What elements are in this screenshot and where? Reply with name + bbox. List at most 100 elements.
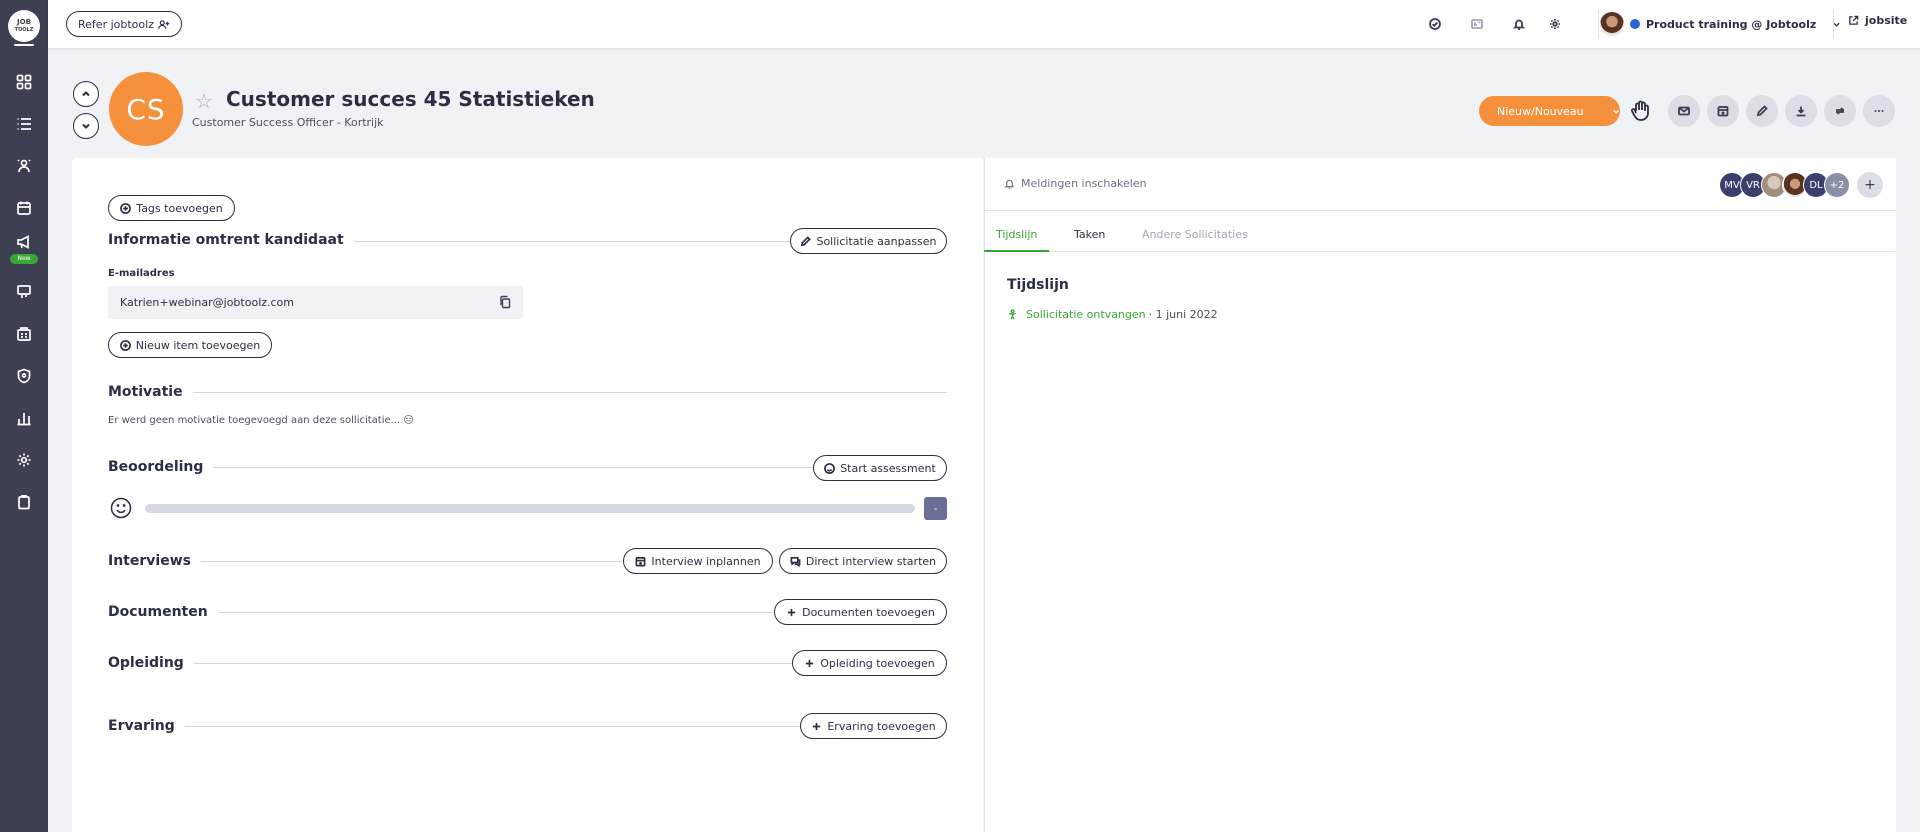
bell-icon[interactable] <box>1510 15 1528 33</box>
copy-icon[interactable] <box>498 295 512 309</box>
candidate-subtitle: Customer Success Officer - Kortrijk <box>192 116 384 129</box>
candidate-avatar: CS <box>109 72 183 146</box>
timeline-title: Tijdslijn <box>1007 277 1069 293</box>
jobsite-link[interactable]: jobsite <box>1848 14 1907 27</box>
person-icon <box>1009 309 1016 320</box>
bell-icon <box>1004 179 1015 189</box>
list-icon[interactable] <box>14 114 34 134</box>
dashboard-icon[interactable] <box>14 72 34 92</box>
timeline-event: Sollicitatie ontvangen <box>1026 308 1146 321</box>
plus-icon <box>806 659 814 667</box>
add-tags-button[interactable]: Tags toevoegen <box>108 195 235 221</box>
plus-circle-icon <box>120 202 132 214</box>
workspace-name: Product training @ Jobtoolz <box>1646 17 1817 31</box>
active-tab-indicator <box>984 250 1049 252</box>
gear-icon[interactable] <box>1546 15 1564 33</box>
divider <box>1598 10 1599 38</box>
hand-icon[interactable] <box>1629 99 1653 123</box>
check-circle-icon[interactable] <box>1426 15 1444 33</box>
edit-application-button[interactable]: Sollicitatie aanpassen <box>790 228 947 254</box>
divider <box>1833 10 1834 38</box>
info-section-title: Informatie omtrent kandidaat <box>108 232 354 248</box>
edit-application-label: Sollicitatie aanpassen <box>816 234 937 248</box>
section-divider <box>195 467 813 468</box>
mail-icon <box>1678 106 1690 116</box>
plus-icon <box>787 608 796 616</box>
timeline-date: · 1 juni 2022 <box>1148 308 1218 321</box>
plus-icon <box>813 722 821 730</box>
tab-other-applications[interactable]: Andere Sollicitaties <box>1142 228 1248 241</box>
direct-interview-button[interactable]: Direct interview starten <box>779 548 947 574</box>
motivation-text: Er werd geen motivatie toegevoegd aan de… <box>108 415 414 426</box>
smiley-icon <box>824 462 836 474</box>
add-item-button[interactable]: Nieuw item toevoegen <box>108 332 272 358</box>
rating-section-title: Beoordeling <box>108 459 214 475</box>
calendar-icon[interactable] <box>14 198 34 218</box>
email-field[interactable]: Katrien+webinar@jobtoolz.com <box>108 286 523 319</box>
download-button[interactable] <box>1785 95 1817 127</box>
jobs-icon[interactable] <box>14 282 34 302</box>
new-badge: New <box>10 254 38 264</box>
next-candidate-button[interactable] <box>73 113 99 139</box>
add-documents-button[interactable]: Documenten toevoegen <box>774 599 947 625</box>
section-divider <box>182 663 792 664</box>
logo-text-top: JOB <box>17 18 31 26</box>
id-card-icon[interactable] <box>1468 15 1486 33</box>
logo-underline <box>14 44 34 46</box>
logo-text-bottom: TOOLZ <box>14 27 34 33</box>
activity-panel <box>984 158 1896 832</box>
candidates-icon[interactable] <box>14 156 34 176</box>
settings-icon[interactable] <box>14 450 34 470</box>
clipboard-icon[interactable] <box>14 492 34 512</box>
jobtoolz-logo[interactable]: JOB TOOLZ <box>8 10 40 42</box>
interviews-section-title: Interviews <box>108 553 201 569</box>
statistics-icon[interactable] <box>14 408 34 428</box>
timeline-item: Sollicitatie ontvangen · 1 juni 2022 <box>1007 308 1218 321</box>
calendar-add-icon <box>635 556 646 566</box>
new-status-dropdown[interactable]: Nieuw/Nouveau <box>1479 96 1620 126</box>
divider <box>984 251 1896 252</box>
company-icon[interactable] <box>14 324 34 344</box>
start-assessment-button[interactable]: Start assessment <box>813 455 947 481</box>
edit-button[interactable] <box>1746 95 1778 127</box>
plus-circle-icon <box>119 339 131 351</box>
favorite-star-icon[interactable]: ☆ <box>195 89 213 113</box>
section-divider <box>172 726 800 727</box>
email-label: E-mailadres <box>108 268 175 279</box>
email-button[interactable] <box>1668 95 1700 127</box>
chat-icon <box>790 556 801 567</box>
chevron-down-icon <box>1612 109 1619 114</box>
tab-timeline[interactable]: Tijdslijn <box>996 228 1037 241</box>
plan-interview-label: Interview inplannen <box>651 554 761 568</box>
transfer-button[interactable] <box>1824 95 1856 127</box>
megaphone-icon[interactable] <box>14 232 34 252</box>
add-experience-button[interactable]: Ervaring toevoegen <box>800 713 947 739</box>
jobsite-label: jobsite <box>1865 14 1908 27</box>
add-item-label: Nieuw item toevoegen <box>135 338 261 352</box>
tab-tasks[interactable]: Taken <box>1074 228 1105 241</box>
top-bar: Refer jobtoolz Product training @ Jobtoo… <box>48 0 1920 48</box>
refer-jobtoolz-button[interactable]: Refer jobtoolz <box>66 11 182 37</box>
chevron-up-icon <box>82 91 90 97</box>
section-divider <box>320 241 790 242</box>
rating-score[interactable]: - <box>924 497 947 520</box>
enable-notifications-button[interactable]: Meldingen inschakelen <box>1004 177 1147 190</box>
experience-section-title: Ervaring <box>108 718 185 734</box>
add-team-member-button[interactable]: + <box>1857 172 1883 198</box>
pencil-icon <box>1756 105 1768 117</box>
workspace-switcher[interactable]: Product training @ Jobtoolz <box>1600 10 1841 38</box>
plan-interview-button[interactable]: Interview inplannen <box>623 548 773 574</box>
calendar-add-icon <box>1717 106 1729 117</box>
more-options-button[interactable] <box>1863 95 1895 127</box>
motivation-section-title: Motivatie <box>108 384 193 400</box>
add-tags-label: Tags toevoegen <box>136 201 223 215</box>
previous-candidate-button[interactable] <box>73 81 99 107</box>
shield-icon[interactable] <box>14 366 34 386</box>
new-status-label: Nieuw/Nouveau <box>1497 104 1584 118</box>
schedule-button[interactable] <box>1707 95 1739 127</box>
team-more-count[interactable]: +2 <box>1824 172 1850 198</box>
workspace-dot-icon <box>1630 19 1640 29</box>
section-divider <box>175 392 947 393</box>
add-education-button[interactable]: Opleiding toevoegen <box>792 650 947 676</box>
user-avatar <box>1600 12 1624 36</box>
